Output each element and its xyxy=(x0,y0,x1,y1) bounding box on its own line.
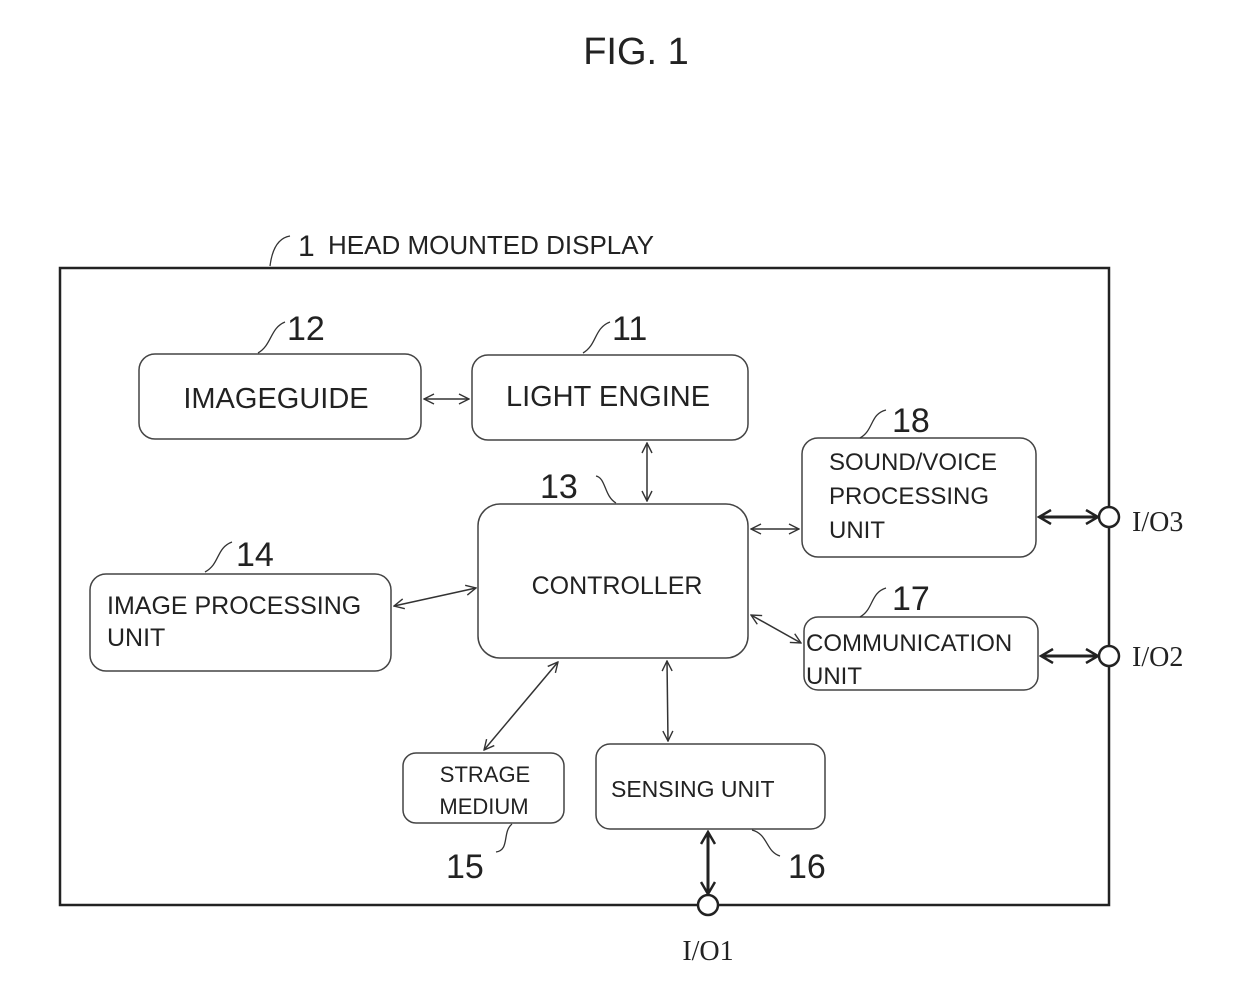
leader-18 xyxy=(859,409,887,439)
block-label-line-3: UNIT xyxy=(829,517,885,544)
leader-13 xyxy=(595,475,617,504)
block-label-line-2: UNIT xyxy=(806,663,862,690)
block-light-engine: LIGHT ENGINE xyxy=(471,354,749,441)
block-label: CONTROLLER xyxy=(532,572,703,600)
ref-18: 18 xyxy=(892,402,930,440)
system-leader-line xyxy=(269,235,291,267)
arrow-controller-communication xyxy=(751,615,801,643)
port-io3-label: I/O3 xyxy=(1132,507,1183,538)
system-ref: 1 xyxy=(298,230,315,263)
block-sensing: SENSING UNIT xyxy=(595,743,826,830)
ref-17: 17 xyxy=(892,580,930,618)
leader-16 xyxy=(751,829,781,857)
block-controller: CONTROLLER xyxy=(477,503,749,659)
port-io2-label: I/O2 xyxy=(1132,642,1183,673)
ref-11: 11 xyxy=(612,310,647,348)
ref-13: 13 xyxy=(540,468,578,506)
ref-15: 15 xyxy=(446,848,484,886)
port-io1-label: I/O1 xyxy=(682,936,733,967)
figure-title: FIG. 1 xyxy=(583,31,689,73)
block-storage-medium: STRAGE MEDIUM xyxy=(402,752,565,824)
block-communication: COMMUNICATION UNIT xyxy=(803,616,1039,691)
leader-11 xyxy=(582,321,611,354)
block-label-line-2: UNIT xyxy=(107,624,165,652)
block-label: IMAGEGUIDE xyxy=(183,383,368,415)
block-image-processing: IMAGE PROCESSING UNIT xyxy=(89,573,392,672)
leader-12 xyxy=(257,321,286,354)
leader-17 xyxy=(859,587,887,618)
block-label: LIGHT ENGINE xyxy=(506,381,710,413)
system-label: HEAD MOUNTED DISPLAY xyxy=(328,230,654,260)
block-label-line-1: IMAGE PROCESSING xyxy=(107,592,361,620)
ref-12: 12 xyxy=(287,310,325,348)
ref-14: 14 xyxy=(236,536,274,574)
block-label-line-2: MEDIUM xyxy=(439,794,528,819)
block-diagram: FIG. 1 1 HEAD MOUNTED DISPLAY IMAGEGUIDE… xyxy=(58,31,1183,967)
block-label-line-1: COMMUNICATION xyxy=(806,630,1012,657)
arrow-controller-storage xyxy=(484,662,558,750)
block-imageguide: IMAGEGUIDE xyxy=(138,353,422,440)
block-label-line-1: SOUND/VOICE xyxy=(829,449,997,476)
arrow-image-processing-controller xyxy=(394,588,476,606)
block-label-line-1: STRAGE xyxy=(440,762,530,787)
port-io2 xyxy=(1097,644,1121,668)
block-sound-voice: SOUND/VOICE PROCESSING UNIT xyxy=(801,437,1037,558)
port-io1 xyxy=(696,893,720,917)
leader-14 xyxy=(204,541,233,573)
arrow-controller-sensing xyxy=(667,661,668,741)
ref-16: 16 xyxy=(788,848,826,886)
block-label: SENSING UNIT xyxy=(611,776,775,802)
leader-15 xyxy=(495,823,513,853)
block-label-line-2: PROCESSING xyxy=(829,483,989,510)
port-io3 xyxy=(1097,505,1121,529)
